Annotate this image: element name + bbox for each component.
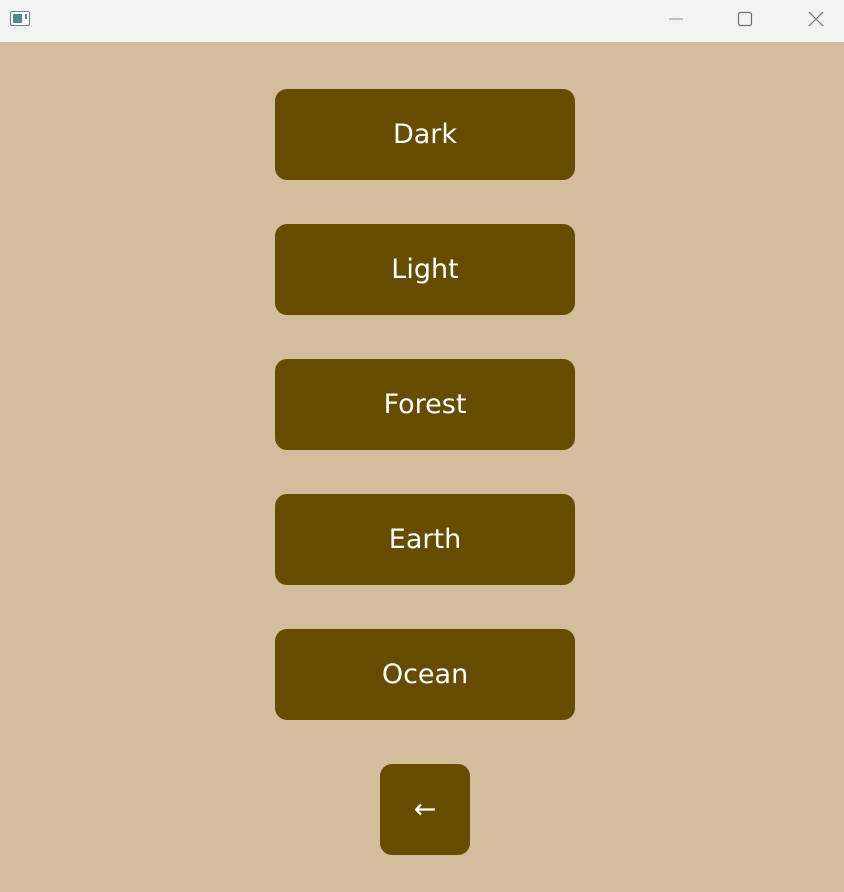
theme-button-label: Forest — [383, 389, 467, 420]
theme-button-label: Dark — [392, 119, 458, 150]
close-button[interactable] — [793, 0, 839, 38]
minimize-icon — [669, 18, 683, 20]
maximize-button[interactable] — [722, 0, 768, 38]
back-arrow-icon: ← — [413, 794, 437, 825]
theme-button-earth[interactable]: Earth — [275, 494, 575, 585]
theme-button-label: Ocean — [381, 659, 469, 690]
theme-menu: Dark Light Forest Earth Ocean ← — [0, 42, 844, 892]
theme-button-dark[interactable]: Dark — [275, 89, 575, 180]
theme-button-forest[interactable]: Forest — [275, 359, 575, 450]
app-window: Dark Light Forest Earth Ocean ← — [0, 0, 844, 892]
title-bar — [0, 0, 844, 42]
theme-button-ocean[interactable]: Ocean — [275, 629, 575, 720]
theme-button-label: Earth — [388, 524, 462, 555]
theme-button-light[interactable]: Light — [275, 224, 575, 315]
minimize-button[interactable] — [653, 0, 699, 38]
close-icon — [808, 11, 824, 27]
theme-button-label: Light — [391, 254, 459, 285]
app-icon — [10, 11, 30, 26]
maximize-icon — [737, 11, 753, 27]
back-button[interactable]: ← — [380, 764, 470, 855]
